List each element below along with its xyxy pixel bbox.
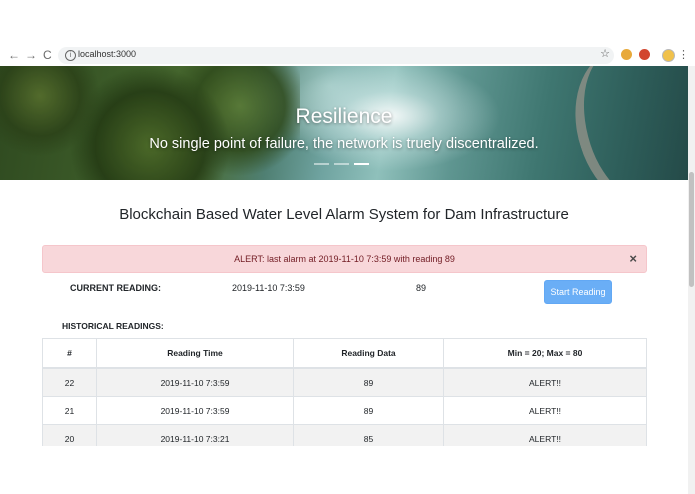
browser-toolbar: ← → C i localhost:3000 ☆ ⋮ — [0, 45, 695, 67]
bookmark-star-icon[interactable]: ☆ — [600, 47, 610, 60]
extension-icon[interactable] — [621, 49, 632, 60]
row-data: 89 — [293, 396, 444, 425]
alert-banner: ALERT: last alarm at 2019-11-10 7:3:59 w… — [42, 245, 647, 273]
reload-icon[interactable]: C — [43, 47, 52, 63]
column-header-id: # — [42, 338, 97, 369]
table-header-row: # Reading Time Reading Data Min = 20; Ma… — [42, 338, 647, 369]
carousel-indicator-2[interactable] — [334, 163, 349, 165]
carousel-indicator-1[interactable] — [314, 163, 329, 165]
readings-table: # Reading Time Reading Data Min = 20; Ma… — [42, 338, 647, 453]
row-time: 2019-11-10 7:3:59 — [96, 396, 294, 425]
table-row: 21 2019-11-10 7:3:59 89 ALERT!! — [42, 396, 647, 425]
current-reading-label: CURRENT READING: — [70, 283, 161, 293]
row-data: 89 — [293, 367, 444, 397]
column-header-time: Reading Time — [96, 338, 294, 369]
current-reading-time: 2019-11-10 7:3:59 — [232, 283, 305, 293]
hero-carousel: Resilience No single point of failure, t… — [0, 66, 688, 180]
page-scrollbar[interactable] — [688, 66, 695, 494]
table-row: 22 2019-11-10 7:3:59 89 ALERT!! — [42, 367, 647, 397]
forward-icon[interactable]: → — [25, 47, 37, 63]
alert-message: ALERT: last alarm at 2019-11-10 7:3:59 w… — [234, 254, 455, 264]
carousel-subtitle: No single point of failure, the network … — [149, 136, 539, 152]
address-bar[interactable]: i localhost:3000 ☆ — [58, 47, 614, 64]
viewport-bottom — [0, 446, 688, 494]
carousel-indicator-3[interactable] — [354, 163, 369, 165]
info-icon[interactable]: i — [65, 50, 76, 61]
url-text[interactable]: localhost:3000 — [78, 49, 136, 59]
profile-avatar[interactable] — [662, 49, 675, 62]
column-header-data: Reading Data — [293, 338, 444, 369]
column-header-range: Min = 20; Max = 80 — [443, 338, 647, 369]
historical-readings-label: HISTORICAL READINGS: — [62, 321, 164, 331]
page-title: Blockchain Based Water Level Alarm Syste… — [119, 206, 569, 223]
carousel-title: Resilience — [295, 105, 393, 128]
row-id: 22 — [42, 367, 97, 397]
current-reading-value: 89 — [416, 283, 427, 293]
close-icon[interactable]: × — [629, 251, 637, 266]
row-status: ALERT!! — [443, 367, 647, 397]
browser-menu-icon[interactable]: ⋮ — [678, 47, 689, 63]
scrollbar-thumb[interactable] — [689, 172, 694, 287]
start-reading-button[interactable]: Start Reading — [544, 280, 612, 304]
row-status: ALERT!! — [443, 396, 647, 425]
back-icon[interactable]: ← — [8, 47, 20, 63]
carousel-indicators — [314, 163, 374, 180]
extension-icon[interactable] — [639, 49, 650, 60]
row-id: 21 — [42, 396, 97, 425]
row-time: 2019-11-10 7:3:59 — [96, 367, 294, 397]
